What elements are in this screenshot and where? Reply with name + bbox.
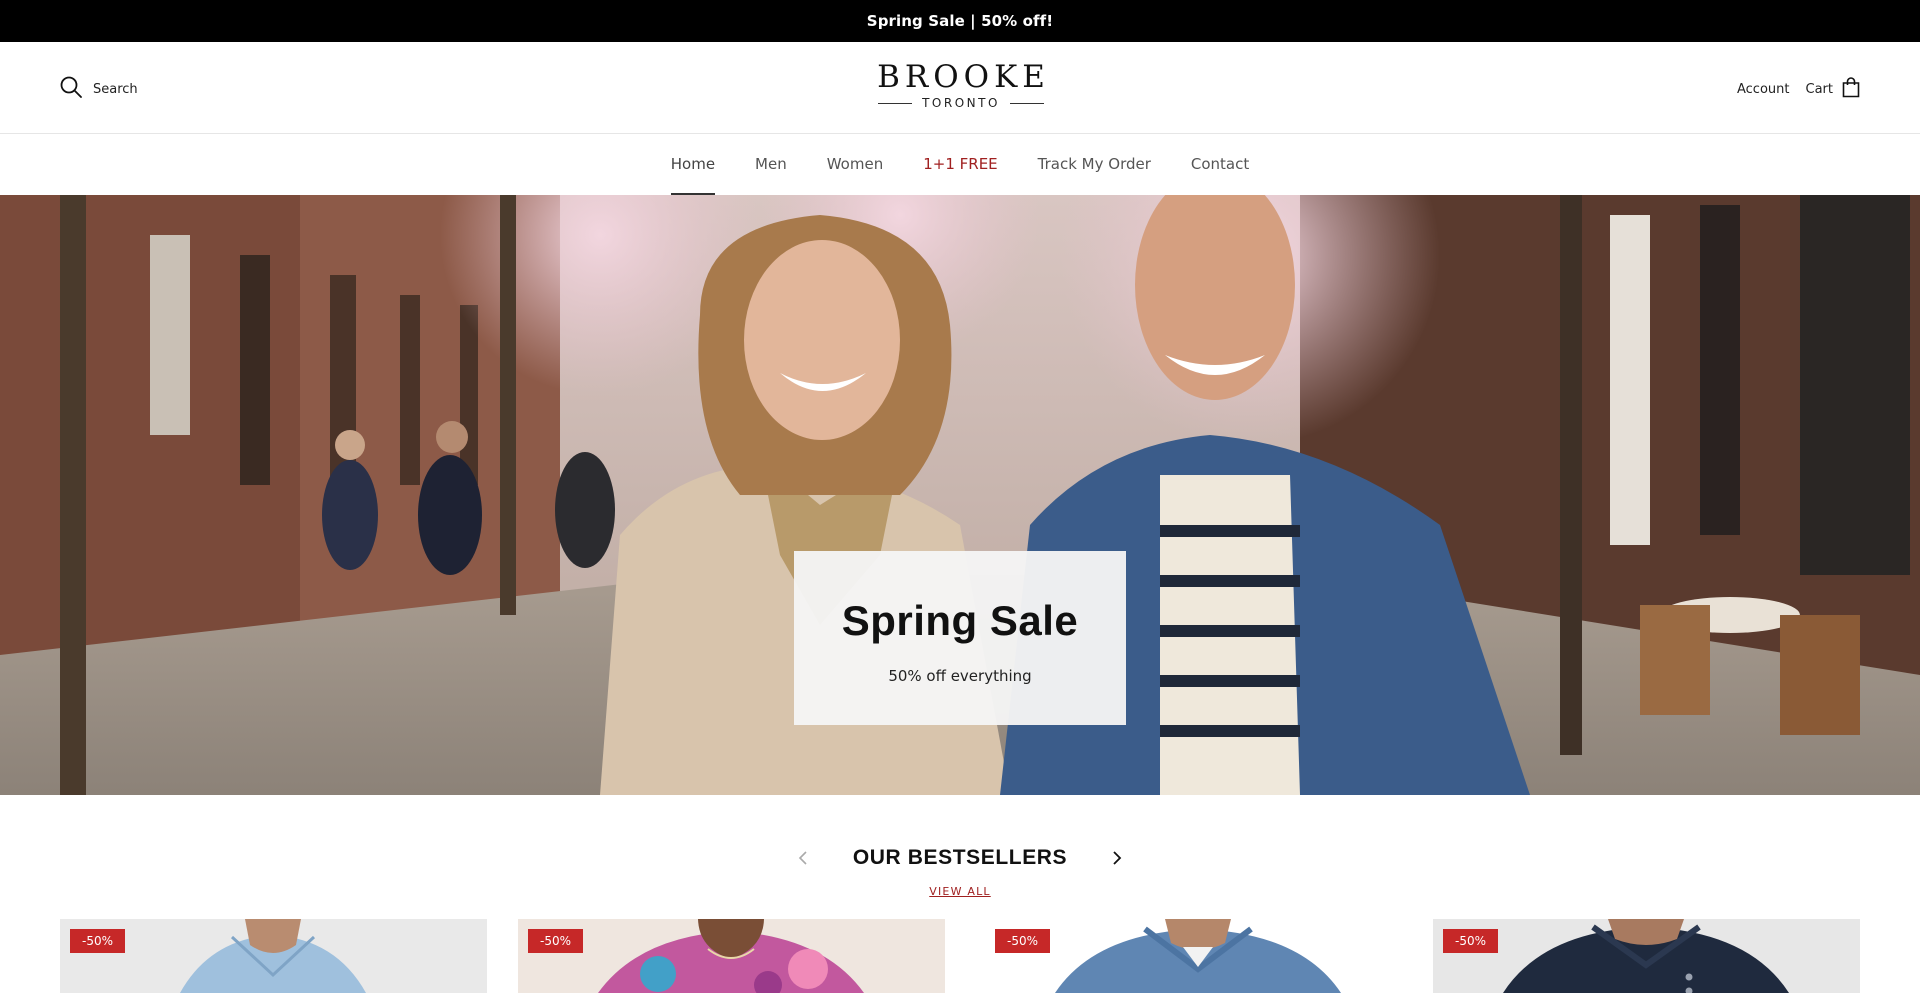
nav-item-home[interactable]: Home — [651, 135, 735, 195]
chevron-left-icon — [798, 851, 807, 865]
chevron-right-icon — [1113, 851, 1122, 865]
hero-title: Spring Sale — [841, 597, 1079, 644]
carousel-prev-button[interactable] — [791, 846, 815, 870]
view-all-link[interactable]: VIEW ALL — [929, 885, 990, 898]
hero-text-box: Spring Sale 50% off everything — [794, 551, 1126, 725]
nav-item-women[interactable]: Women — [807, 135, 903, 195]
logo-city: TORONTO — [922, 96, 1000, 110]
hero-subtitle: 50% off everything — [888, 667, 1032, 685]
nav-item-1plus1-free[interactable]: 1+1 FREE — [903, 135, 1017, 195]
product-card[interactable]: -50% — [518, 919, 945, 993]
search-button[interactable]: Search — [60, 76, 138, 102]
bestsellers-title: OUR BESTSELLERS — [852, 846, 1068, 869]
product-carousel: -50% -50% -50% -50% — [60, 919, 1860, 993]
account-link[interactable]: Account — [1737, 82, 1790, 97]
search-label: Search — [93, 81, 138, 97]
cart-button[interactable]: Cart — [1805, 76, 1861, 102]
hero-banner[interactable]: Spring Sale 50% off everything — [0, 195, 1920, 795]
logo-brand: BROOKE — [877, 59, 1050, 95]
discount-badge: -50% — [528, 929, 584, 953]
discount-badge: -50% — [1443, 929, 1499, 953]
main-nav: Home Men Women 1+1 FREE Track My Order C… — [0, 135, 1920, 195]
site-header: Search BROOKE TORONTO Account Cart — [0, 42, 1920, 134]
product-card[interactable]: -50% — [60, 919, 487, 993]
product-card[interactable]: -50% — [1433, 919, 1860, 993]
discount-badge: -50% — [70, 929, 126, 953]
nav-item-contact[interactable]: Contact — [1171, 135, 1269, 195]
product-card[interactable]: -50% — [985, 919, 1412, 993]
cart-label: Cart — [1805, 81, 1834, 97]
discount-badge: -50% — [995, 929, 1051, 953]
announcement-text: Spring Sale | 50% off! — [866, 12, 1054, 30]
search-icon — [60, 76, 82, 102]
announcement-bar: Spring Sale | 50% off! — [0, 0, 1920, 42]
nav-item-men[interactable]: Men — [735, 135, 807, 195]
nav-item-track-my-order[interactable]: Track My Order — [1018, 135, 1171, 195]
brand-logo[interactable]: BROOKE TORONTO — [868, 60, 1054, 110]
shopping-bag-icon — [1842, 76, 1860, 102]
bestsellers-header: OUR BESTSELLERS — [0, 838, 1920, 878]
logo-divider — [1009, 102, 1044, 104]
logo-divider — [878, 102, 913, 104]
carousel-next-button[interactable] — [1105, 846, 1129, 870]
